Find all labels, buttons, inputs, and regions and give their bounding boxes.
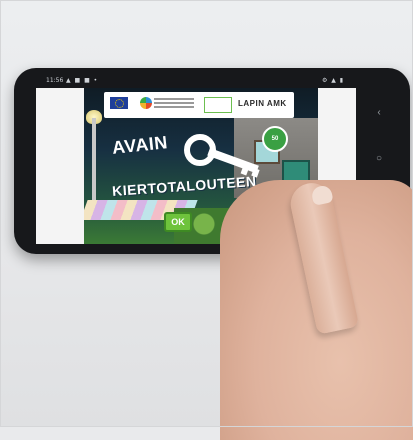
agency-logo-icon	[140, 97, 152, 109]
ok-button[interactable]: OK	[164, 212, 192, 232]
status-time: 11:56	[46, 77, 64, 84]
sponsor-logo-bar: LAPIN AMK	[104, 92, 294, 118]
lapin-amk-logo: LAPIN AMK	[238, 99, 287, 108]
lamp-post	[92, 118, 96, 208]
back-icon[interactable]: ‹	[374, 108, 384, 118]
eu-flag-icon	[110, 97, 128, 109]
letterbox-left	[36, 88, 84, 244]
home-icon[interactable]: ○	[374, 154, 384, 164]
status-bar: 11:56 ▲ ■ ■ • ⚙ ▲ ▮	[22, 76, 382, 86]
system-icons: ⚙ ▲ ▮	[322, 77, 345, 84]
anniversary-badge: 50	[262, 126, 288, 152]
game-title-line1: AVAIN	[111, 132, 169, 158]
notification-icons: ▲ ■ ■ •	[66, 77, 99, 84]
agency-logo-text	[154, 98, 194, 110]
green-logo-icon	[204, 97, 232, 113]
